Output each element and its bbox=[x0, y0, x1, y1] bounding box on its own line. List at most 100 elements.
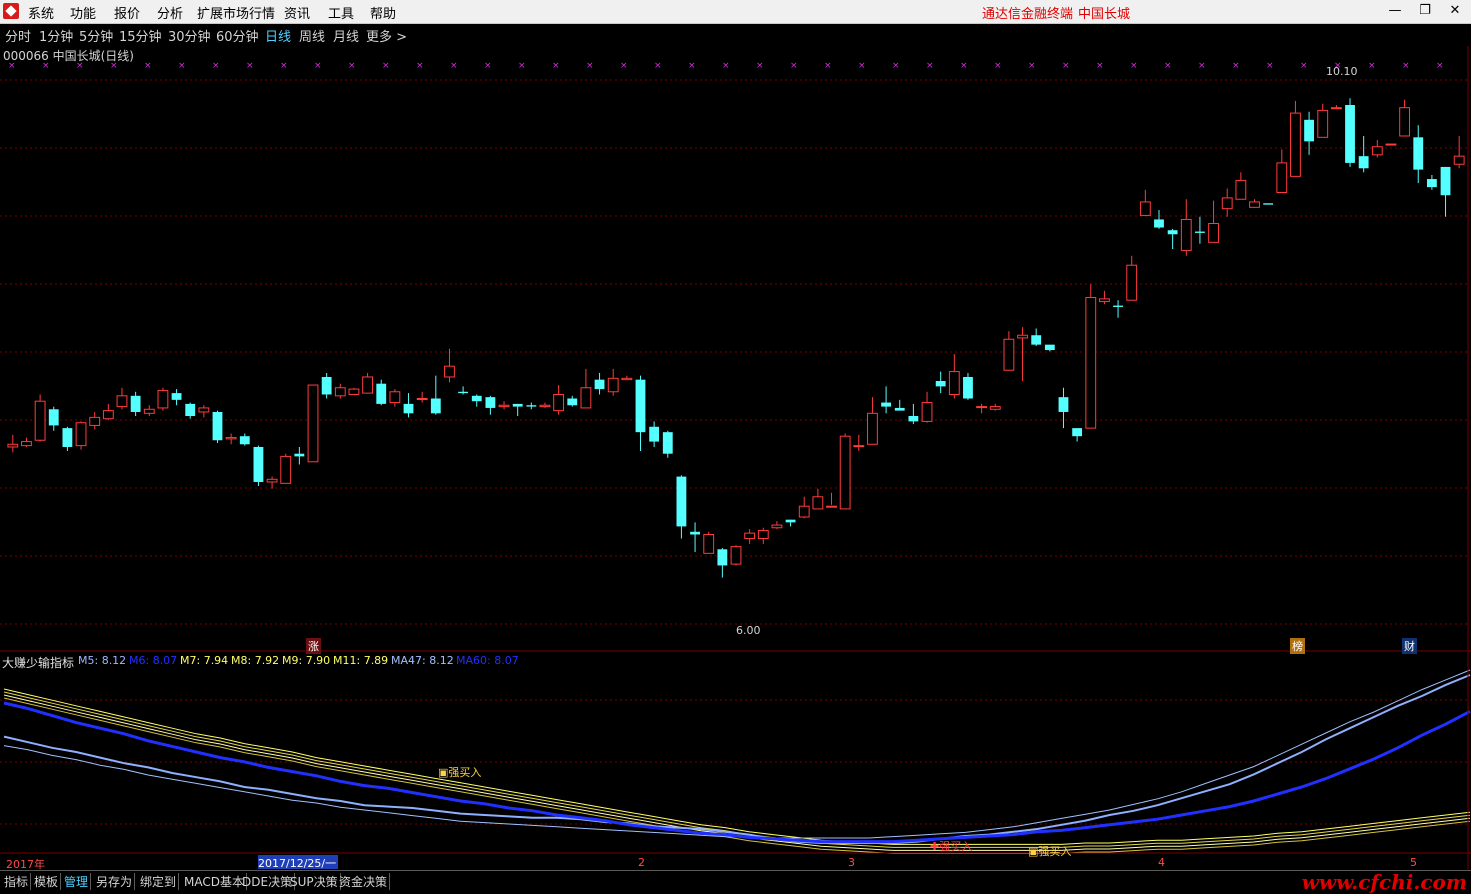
tab-save-as[interactable]: 另存为 bbox=[94, 873, 136, 890]
top-cross-marks: × × × × × × × × × × × × × × × × × × × × × × × × × × × × × × × × × × × × × × × ×… bbox=[8, 61, 1444, 71]
cross-mark: × bbox=[960, 61, 968, 71]
cross-mark: × bbox=[42, 61, 50, 71]
candle-body-up bbox=[498, 404, 510, 408]
signal-buy-3-text: 强买入 bbox=[1038, 845, 1072, 858]
candle-body-up bbox=[989, 406, 1001, 410]
candle-body-down bbox=[649, 426, 660, 442]
candle-body-down bbox=[253, 446, 264, 482]
candle-body-up bbox=[607, 377, 619, 393]
cross-mark: × bbox=[1368, 61, 1376, 71]
candle-body-up bbox=[921, 402, 933, 422]
candle-body-up bbox=[1085, 297, 1097, 429]
candle-body-down bbox=[881, 402, 892, 407]
candle-body-up bbox=[621, 377, 633, 381]
cross-mark: × bbox=[1402, 61, 1410, 71]
candle-body-up bbox=[1003, 338, 1015, 371]
candle-body-up bbox=[1453, 155, 1465, 165]
cross-mark: × bbox=[654, 61, 662, 71]
candle-body-up bbox=[266, 478, 278, 483]
line-m7 bbox=[3, 688, 1471, 845]
cross-mark: × bbox=[144, 61, 152, 71]
indicator-ma60: MA60: 8.07 bbox=[456, 654, 519, 667]
candle-body-up bbox=[1276, 162, 1288, 194]
candle-body-up bbox=[348, 388, 360, 395]
candles-layer bbox=[7, 98, 1465, 578]
line-m6 bbox=[3, 701, 1471, 844]
candle-body-up bbox=[730, 546, 742, 565]
candle-body-up bbox=[867, 412, 878, 445]
candle-body-up bbox=[198, 407, 210, 413]
candle-body-up bbox=[1208, 222, 1219, 243]
candle-body-up bbox=[1017, 334, 1028, 339]
cross-mark: × bbox=[314, 61, 322, 71]
signal-buy-2: ✚强买入 bbox=[930, 840, 973, 853]
candle-body-up bbox=[102, 410, 114, 420]
candle-body-up bbox=[1290, 112, 1301, 177]
candle-body-down bbox=[935, 381, 946, 387]
cross-mark: × bbox=[620, 61, 628, 71]
candle-body-up bbox=[1180, 218, 1192, 251]
indicator-tab-bar: 指标 模板 管理 另存为 绑定到 MACD基本 DDE决策 SUP决策 资金决策 bbox=[0, 870, 1471, 892]
zhang-tag[interactable]: 涨 bbox=[306, 638, 321, 654]
candle-body-down bbox=[185, 403, 196, 417]
indicator-m5: M5: 8.12 bbox=[78, 654, 127, 667]
bang-tag[interactable]: 榜 bbox=[1290, 638, 1305, 654]
cross-mark: × bbox=[552, 61, 560, 71]
candle-body-down bbox=[963, 376, 973, 399]
candle-body-down bbox=[1154, 219, 1164, 228]
cross-mark: × bbox=[1062, 61, 1070, 71]
tab-fund[interactable]: 资金决策 bbox=[337, 873, 391, 890]
candle-body-down bbox=[294, 453, 305, 457]
cross-mark: × bbox=[416, 61, 424, 71]
candle-body-up bbox=[157, 389, 169, 409]
tab-dde[interactable]: DDE决策 bbox=[240, 873, 296, 890]
indicator-m8: M8: 7.92 bbox=[231, 654, 280, 667]
cross-mark: × bbox=[1028, 61, 1036, 71]
cross-mark: × bbox=[790, 61, 798, 71]
candle-body-down bbox=[403, 403, 414, 414]
candle-body-down bbox=[171, 393, 182, 400]
tab-sup[interactable]: SUP决策 bbox=[288, 873, 341, 890]
tab-indicator[interactable]: 指标 bbox=[2, 873, 32, 890]
cross-mark: × bbox=[484, 61, 492, 71]
date-month-2: 2 bbox=[638, 856, 645, 869]
candle-body-up bbox=[1317, 109, 1329, 138]
candle-body-up bbox=[1249, 201, 1260, 208]
cross-mark: × bbox=[518, 61, 526, 71]
candle-body-down bbox=[62, 428, 73, 447]
candle-body-down bbox=[717, 549, 728, 566]
date-month-3: 3 bbox=[848, 856, 855, 869]
candle-body-down bbox=[1345, 105, 1355, 163]
candle-body-up bbox=[703, 533, 715, 554]
candle-body-down bbox=[239, 436, 250, 445]
cross-mark: × bbox=[382, 61, 390, 71]
candle-body-up bbox=[757, 529, 769, 540]
cross-mark: × bbox=[756, 61, 764, 71]
watermark: www.cfchi.com bbox=[1301, 870, 1467, 894]
candle-body-up bbox=[553, 393, 565, 412]
candle-body-down bbox=[594, 379, 605, 390]
date-month-4: 4 bbox=[1158, 856, 1165, 869]
indicator-m11: M11: 7.89 bbox=[333, 654, 389, 667]
candle-body-up bbox=[839, 435, 851, 510]
candle-body-up bbox=[976, 406, 988, 409]
cross-mark: × bbox=[586, 61, 594, 71]
candle-body-down bbox=[1426, 179, 1437, 188]
candle-body-up bbox=[444, 365, 455, 378]
candle-body-up bbox=[812, 496, 824, 510]
tab-manage[interactable]: 管理 bbox=[62, 873, 92, 890]
candle-body-up bbox=[89, 416, 101, 426]
candle-body-up bbox=[225, 437, 237, 440]
cross-mark: × bbox=[348, 61, 356, 71]
candle-body-down bbox=[212, 411, 223, 441]
indicator-name[interactable]: 大赚少输指标 bbox=[2, 654, 74, 671]
tab-bind-to[interactable]: 绑定到 bbox=[138, 873, 180, 890]
candle-body-down bbox=[48, 409, 59, 426]
tab-macd[interactable]: MACD基本 bbox=[182, 873, 247, 890]
candle-body-up bbox=[1399, 107, 1411, 137]
kline-chart[interactable]: × × × × × × × × × × × × × × × × × × × × × × × × × × × × × × × × × × × × × × × ×… bbox=[0, 0, 1471, 891]
tab-template[interactable]: 模板 bbox=[32, 873, 62, 890]
cai-tag[interactable]: 财 bbox=[1402, 638, 1417, 654]
candle-body-up bbox=[771, 524, 783, 529]
candle-body-down bbox=[908, 416, 919, 422]
